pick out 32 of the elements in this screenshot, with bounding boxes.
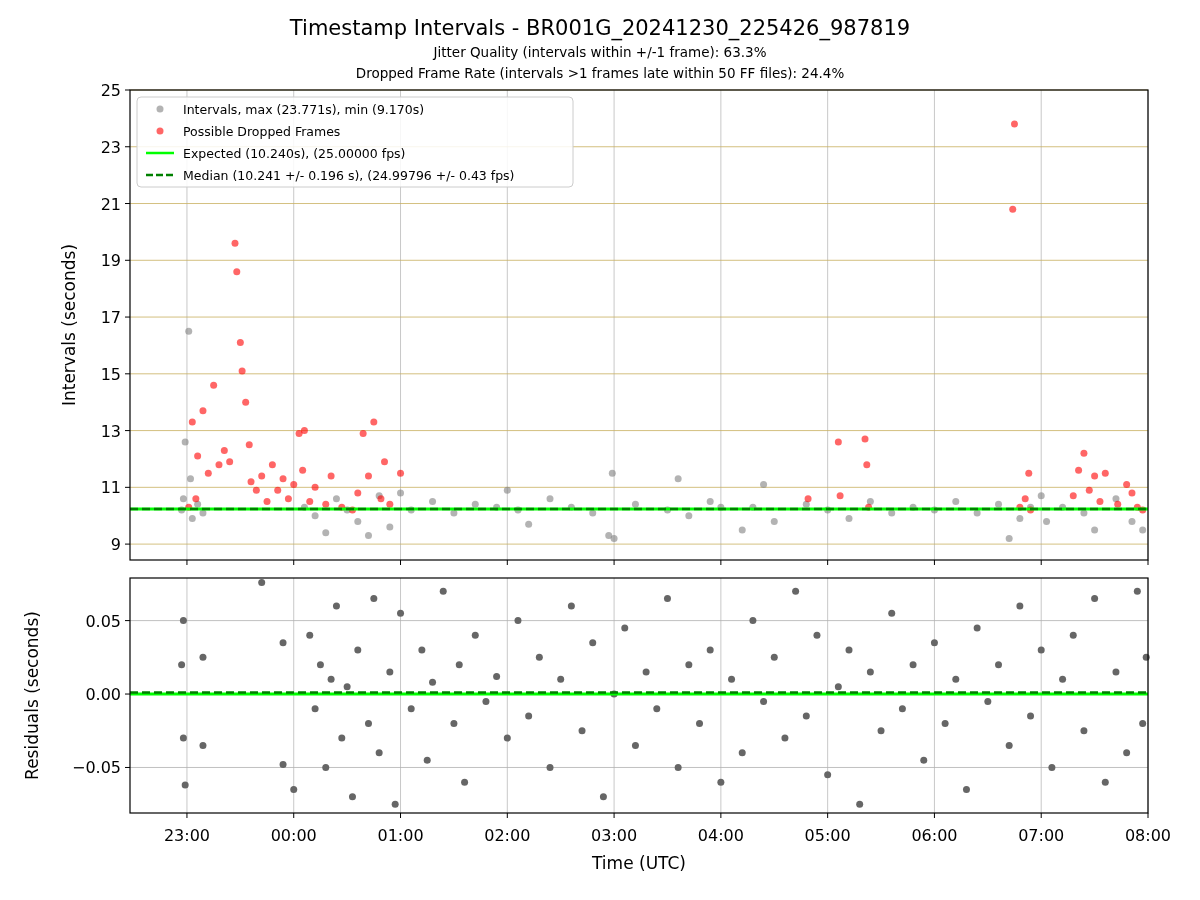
y-tick-label: 15: [100, 364, 121, 384]
x-tick-label: 05:00: [804, 826, 851, 845]
y-tick-label: 13: [100, 421, 121, 441]
x-tick-label: 23:00: [163, 826, 210, 845]
y-tick-label: 17: [100, 308, 121, 328]
x-tick-label: 00:00: [270, 826, 317, 845]
x-axis-label: Time (UTC): [592, 853, 686, 873]
y-tick-label: 9: [110, 535, 121, 555]
legend-label: Possible Dropped Frames: [183, 123, 341, 139]
x-tick-label: 07:00: [1018, 826, 1065, 845]
y-tick-label: 11: [100, 478, 121, 498]
y-axis-label: Intervals (seconds): [59, 243, 79, 407]
x-tick-label: 04:00: [697, 826, 744, 845]
legend-label: Expected (10.240s), (25.00000 fps): [183, 145, 406, 161]
x-tick-label: 01:00: [377, 826, 424, 845]
y-tick-label: 25: [100, 81, 121, 100]
y-tick-label: 21: [100, 194, 121, 214]
legend-label: Intervals, max (23.771s), min (9.170s): [183, 101, 425, 117]
legend-label: Median (10.241 +/- 0.196 s), (24.99796 +/- 0.43 fps): [183, 167, 515, 183]
x-tick-label: 02:00: [484, 826, 531, 845]
x-tick-label: 08:00: [1124, 826, 1172, 845]
chart-subtitle: Dropped Frame Rate (intervals >1 frames late within 50 FF files): 24.4%: [355, 64, 845, 83]
y-tick-label: −0.05: [71, 758, 121, 778]
chart-subtitle: Jitter Quality (intervals within +/-1 frame): 63.3%: [433, 43, 767, 62]
y-tick-label: 0.05: [85, 611, 121, 631]
x-tick-label: 06:00: [911, 826, 958, 845]
x-tick-label: 03:00: [591, 826, 638, 845]
y-tick-label: 19: [100, 251, 121, 271]
y-tick-label: 23: [100, 137, 121, 157]
y-axis-label: Residuals (seconds): [22, 611, 42, 780]
y-tick-label: 0.00: [85, 685, 121, 705]
chart-title: Timestamp Intervals - BR001G_20241230_225426_987819: [289, 15, 911, 42]
